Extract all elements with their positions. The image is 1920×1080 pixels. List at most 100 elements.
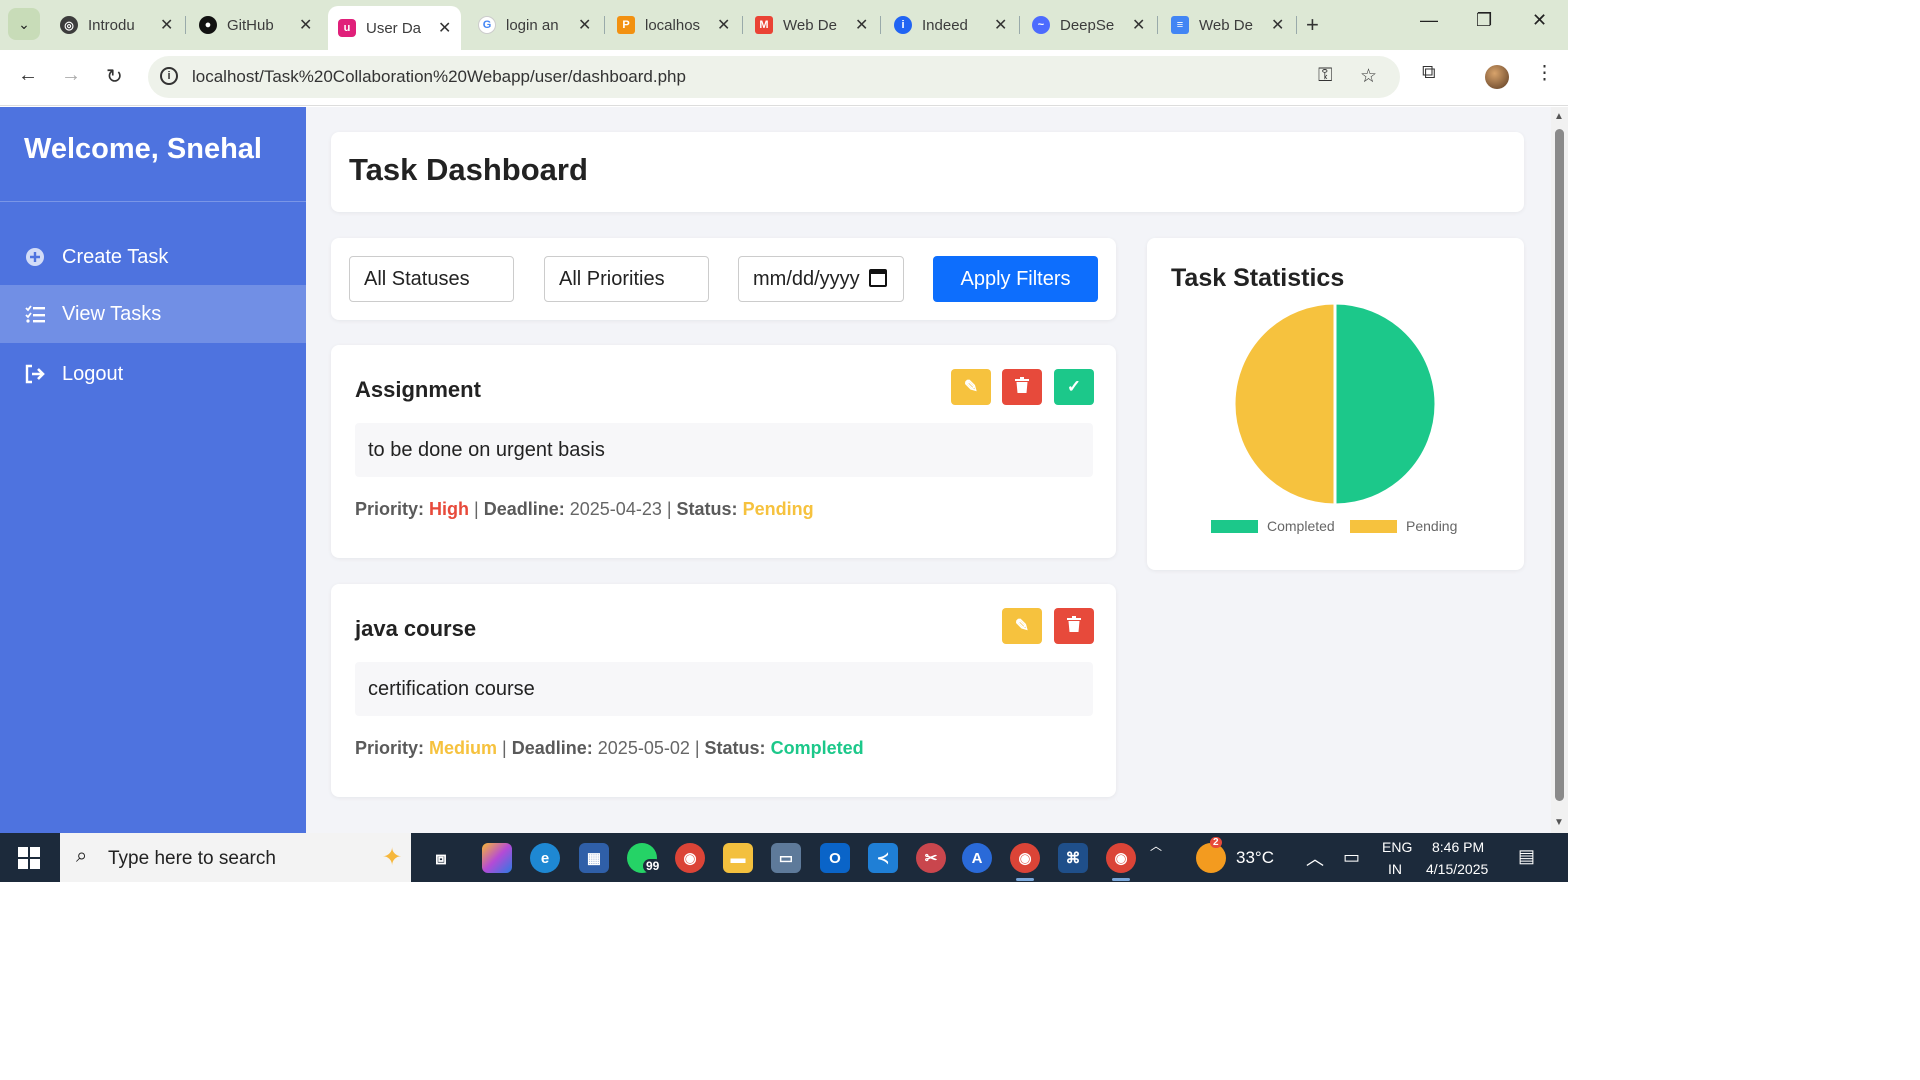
show-hidden-icons-icon[interactable]: ︿	[1306, 845, 1324, 871]
url-text[interactable]: localhost/Task%20Collaboration%20Webapp/…	[192, 67, 686, 87]
close-icon[interactable]: ✕	[578, 15, 591, 35]
pie-slice-pending[interactable]	[1232, 301, 1337, 507]
task-title: java course	[355, 616, 477, 641]
pie-slice-completed[interactable]	[1333, 301, 1438, 507]
store-icon[interactable]: ▦	[579, 843, 609, 873]
delete-task-button[interactable]	[1002, 369, 1042, 405]
copilot-icon[interactable]	[482, 843, 512, 873]
status-value: Pending	[742, 499, 814, 519]
mysql-workbench-icon[interactable]: ⌘	[1058, 843, 1088, 873]
app-store-icon[interactable]: A	[962, 843, 992, 873]
close-icon[interactable]: ✕	[717, 15, 730, 35]
browser-tab[interactable]: ● GitHub ✕	[189, 6, 322, 44]
language-line2[interactable]: IN	[1388, 861, 1402, 877]
snipping-tool-icon[interactable]: ✂	[916, 843, 946, 873]
taskbar-search[interactable]: ⌕ Type here to search ✦	[60, 833, 411, 882]
close-icon[interactable]: ✕	[438, 18, 451, 38]
browser-tab-active[interactable]: u User Da ✕	[328, 6, 462, 50]
scroll-thumb[interactable]	[1555, 129, 1564, 801]
reload-icon[interactable]: ↻	[106, 64, 123, 89]
tab-separator	[1157, 16, 1158, 34]
file-explorer-icon[interactable]: ▬	[723, 843, 753, 873]
extensions-icon[interactable]: ⧉	[1422, 62, 1436, 84]
deadline-date-input[interactable]: mm/dd/yyyy	[738, 256, 904, 302]
scroll-down-icon[interactable]: ▼	[1554, 817, 1564, 828]
browser-tab[interactable]: ◎ Introdu ✕	[50, 6, 183, 44]
back-arrow-icon[interactable]: ←	[18, 64, 38, 87]
sidebar-item-label: Logout	[62, 362, 124, 385]
task-view-icon[interactable]: ⧈	[426, 843, 456, 873]
outlook-icon[interactable]: O	[820, 843, 850, 873]
sidebar-item-view-tasks[interactable]: View Tasks	[0, 285, 306, 343]
filter-bar: All Statuses All Priorities mm/dd/yyyy A…	[331, 238, 1116, 320]
complete-task-button[interactable]: ✓	[1054, 369, 1094, 405]
priority-filter-select[interactable]: All Priorities	[544, 256, 709, 302]
browser-tab[interactable]: i Indeed ✕	[884, 6, 1017, 44]
deadline-label: Deadline:	[511, 738, 593, 758]
delete-task-button[interactable]	[1054, 608, 1094, 644]
more-menu-icon[interactable]: ⋮	[1535, 62, 1554, 85]
sign-out-icon	[24, 363, 46, 385]
sidebar: Welcome, Snehal Create Task View Tasks L…	[0, 107, 306, 833]
scroll-up-icon[interactable]: ▲	[1554, 111, 1564, 122]
clock-date[interactable]: 4/15/2025	[1426, 861, 1488, 877]
calendar-icon[interactable]	[869, 269, 887, 287]
window-close-icon[interactable]: ✕	[1532, 10, 1547, 31]
star-bookmark-icon[interactable]: ☆	[1360, 65, 1377, 88]
edit-task-button[interactable]: ✎	[951, 369, 991, 405]
browser-tab[interactable]: P localhos ✕	[607, 6, 740, 44]
tab-label: User Da	[366, 19, 422, 37]
tab-separator	[1296, 16, 1297, 34]
forward-arrow-icon[interactable]: →	[61, 64, 81, 87]
apply-filters-button[interactable]: Apply Filters	[933, 256, 1098, 302]
browser-tab[interactable]: ~ DeepSe ✕	[1022, 6, 1155, 44]
minimize-icon[interactable]: —	[1420, 10, 1438, 31]
google-icon: G	[478, 16, 496, 34]
close-icon[interactable]: ✕	[160, 15, 173, 35]
chrome-icon[interactable]: ◉	[675, 843, 705, 873]
edit-task-button[interactable]: ✎	[1002, 608, 1042, 644]
tab-search-button[interactable]: ⌄	[8, 8, 40, 40]
language-line1[interactable]: ENG	[1382, 839, 1412, 855]
notifications-icon[interactable]: ▤	[1518, 846, 1535, 867]
clock-time[interactable]: 8:46 PM	[1432, 839, 1484, 855]
chrome-user-icon[interactable]: ◉	[1106, 843, 1136, 881]
legend-label: Completed	[1267, 518, 1335, 534]
close-icon[interactable]: ✕	[299, 15, 312, 35]
new-tab-icon[interactable]: +	[1306, 12, 1319, 38]
weather-icon[interactable]: 2	[1196, 837, 1226, 873]
sidebar-item-logout[interactable]: Logout	[0, 345, 306, 403]
indeed-icon: i	[894, 16, 912, 34]
url-bar[interactable]: i localhost/Task%20Collaboration%20Webap…	[148, 56, 1400, 98]
browser-tab[interactable]: M Web De ✕	[745, 6, 878, 44]
restore-icon[interactable]: ❐	[1476, 10, 1492, 31]
edge-icon[interactable]: e	[530, 843, 560, 873]
tab-separator	[604, 16, 605, 34]
key-icon[interactable]: ⚿	[1318, 65, 1332, 87]
battery-icon[interactable]: ▭	[1343, 847, 1360, 868]
tab-separator	[1019, 16, 1020, 34]
close-icon[interactable]: ✕	[994, 15, 1007, 35]
laptop-app-icon[interactable]: ▭	[771, 843, 801, 873]
phpmyadmin-icon: P	[617, 16, 635, 34]
vscode-icon[interactable]: ≺	[868, 843, 898, 873]
browser-tab[interactable]: G login an ✕	[468, 6, 601, 44]
close-icon[interactable]: ✕	[855, 15, 868, 35]
temperature[interactable]: 33°C	[1236, 848, 1274, 868]
legend-item-pending[interactable]: Pending	[1350, 518, 1457, 534]
profile-avatar[interactable]	[1485, 65, 1509, 89]
site-info-icon[interactable]: i	[160, 67, 178, 85]
page-scrollbar[interactable]: ▲ ▼	[1551, 107, 1568, 833]
legend-item-completed[interactable]: Completed	[1211, 518, 1335, 534]
overflow-chevron-icon[interactable]: ︿	[1150, 837, 1162, 854]
weather-badge: 2	[1210, 837, 1222, 848]
browser-tab[interactable]: ≡ Web De ✕	[1161, 6, 1294, 44]
close-icon[interactable]: ✕	[1132, 15, 1145, 35]
status-filter-select[interactable]: All Statuses	[349, 256, 514, 302]
windows-start-icon[interactable]	[18, 847, 40, 869]
sidebar-item-create-task[interactable]: Create Task	[0, 228, 306, 286]
chrome-profile-icon[interactable]: ◉	[1010, 843, 1040, 881]
whatsapp-icon[interactable]: 99	[627, 843, 663, 873]
close-icon[interactable]: ✕	[1271, 15, 1284, 35]
tab-label: Web De	[1199, 16, 1253, 34]
